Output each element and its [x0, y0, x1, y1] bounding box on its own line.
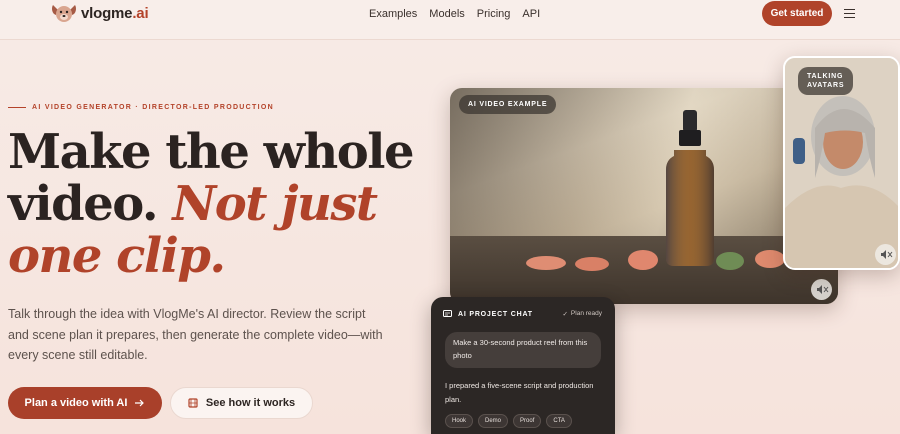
avatar-label-line-2: AVATARS: [807, 82, 845, 89]
hero-subtext: Talk through the idea with VlogMe's AI d…: [8, 307, 383, 362]
tag-proof[interactable]: Proof: [513, 414, 542, 428]
logo[interactable]: vlogme.ai: [50, 1, 149, 25]
headline-accent-1: Not just: [172, 176, 378, 232]
eyebrow-line: [8, 107, 26, 108]
video-example-card[interactable]: AI VIDEO EXAMPLE: [450, 88, 838, 304]
hamburger-menu-icon[interactable]: [844, 9, 855, 18]
eyebrow: AI VIDEO GENERATOR · DIRECTOR-LED PRODUC…: [8, 104, 274, 111]
chat-title: AI PROJECT CHAT: [458, 311, 533, 318]
plan-ready-status: ✓ Plan ready: [562, 310, 602, 318]
see-how-button[interactable]: See how it works: [170, 387, 313, 419]
eyebrow-text: AI VIDEO GENERATOR · DIRECTOR-LED PRODUC…: [32, 104, 274, 111]
headline-line-1: Make the whole: [8, 124, 415, 180]
hero-headline: Make the whole video. Not just one clip.: [8, 126, 428, 282]
user-message: Make a 30-second product reel from this …: [445, 332, 601, 368]
top-nav: vlogme.ai Examples Models Pricing API Ge…: [0, 0, 900, 40]
logo-text: vlogme.ai: [81, 4, 149, 22]
scene-tags: Hook Demo Proof CTA: [445, 414, 572, 428]
see-how-label: See how it works: [205, 397, 296, 409]
get-started-button[interactable]: Get started: [762, 1, 832, 26]
dog-logo-icon: [52, 5, 76, 22]
plan-video-label: Plan a video with AI: [24, 397, 128, 409]
nav-link-pricing[interactable]: Pricing: [477, 8, 511, 20]
plan-ready-text: Plan ready: [570, 310, 602, 317]
nav-link-models[interactable]: Models: [429, 8, 464, 20]
nav-links: Examples Models Pricing API: [369, 8, 540, 20]
headline-accent-2: one clip.: [8, 228, 226, 284]
plan-video-button[interactable]: Plan a video with AI: [8, 387, 162, 419]
avatar-label-line-1: TALKING: [807, 73, 844, 80]
ai-project-chat-card[interactable]: AI PROJECT CHAT ✓ Plan ready Make a 30-s…: [431, 297, 615, 434]
nav-link-examples[interactable]: Examples: [369, 8, 417, 20]
tag-hook[interactable]: Hook: [445, 414, 474, 428]
tag-cta[interactable]: CTA: [546, 414, 572, 428]
nav-link-api[interactable]: API: [522, 8, 540, 20]
avatar-mute-icon[interactable]: [875, 244, 896, 265]
mute-icon[interactable]: [811, 279, 832, 300]
video-example-label: AI VIDEO EXAMPLE: [459, 95, 557, 114]
check-icon: ✓: [562, 311, 568, 318]
headline-line-2: video.: [8, 176, 173, 232]
chat-bubble-icon: [443, 310, 452, 317]
tag-demo[interactable]: Demo: [478, 414, 509, 428]
product-scene-image: [526, 110, 785, 271]
talking-avatars-label: TALKING AVATARS: [798, 67, 854, 95]
film-icon: [188, 398, 198, 408]
ai-reply: I prepared a five-scene script and produ…: [445, 381, 594, 404]
arrow-right-icon: [135, 399, 145, 407]
chat-header: AI PROJECT CHAT: [443, 310, 533, 319]
talking-avatar-card[interactable]: TALKING AVATARS: [783, 56, 900, 270]
